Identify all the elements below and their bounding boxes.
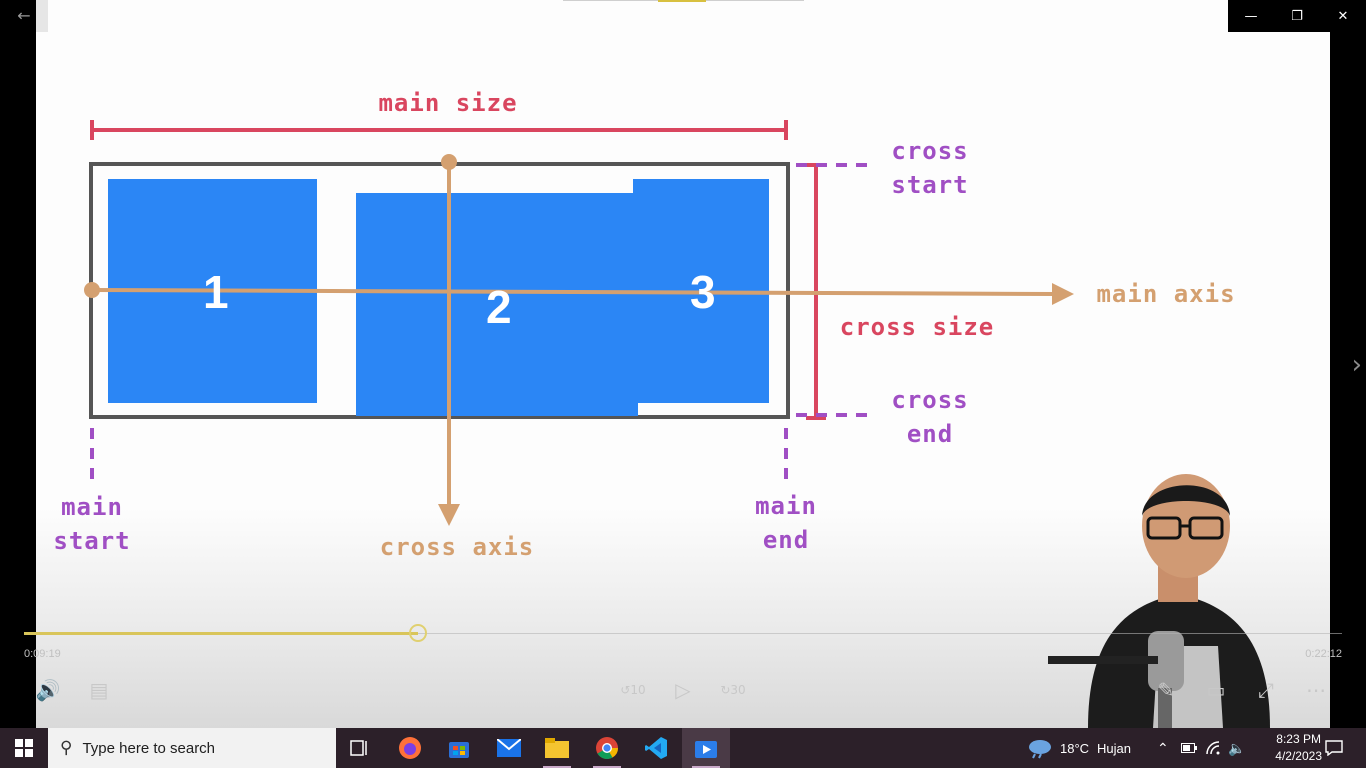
main-axis-label: main axis bbox=[1096, 280, 1236, 308]
skip-forward-seconds: 30 bbox=[730, 683, 746, 697]
cross-end-label: cross end bbox=[891, 386, 969, 448]
current-time: 0:09:19 bbox=[24, 648, 61, 660]
skip-back-button[interactable]: ↺ 10 bbox=[619, 676, 647, 704]
progress-thumb[interactable] bbox=[409, 624, 428, 642]
play-icon[interactable]: ▷ bbox=[669, 676, 697, 704]
task-view-icon bbox=[350, 740, 367, 756]
edit-icon[interactable]: ✎ bbox=[1152, 676, 1180, 704]
mail-button[interactable] bbox=[485, 728, 533, 768]
volume-icon[interactable]: 🔊 bbox=[34, 676, 62, 704]
task-view-button[interactable] bbox=[336, 728, 384, 768]
volume-tray-icon[interactable]: 🔈 bbox=[1228, 728, 1245, 768]
cross-size-label: cross size bbox=[839, 313, 995, 341]
skip-forward-icon: ↻ bbox=[720, 683, 731, 697]
item-1-label: 1 bbox=[203, 266, 229, 318]
progress-fill bbox=[24, 632, 419, 635]
item-2-label: 2 bbox=[486, 281, 512, 333]
total-time: 0:22:12 bbox=[1305, 648, 1342, 660]
rain-cloud-icon bbox=[1029, 740, 1051, 759]
chrome-icon bbox=[596, 737, 618, 759]
video-player-window: ← — ❐ ✕ › 1 2 3 main size cross start cr… bbox=[0, 0, 1366, 728]
clock[interactable]: 8:23 PM 4/2/2023 bbox=[1275, 731, 1322, 765]
item-3-label: 3 bbox=[690, 266, 716, 318]
video-player-button[interactable] bbox=[682, 728, 730, 768]
weather-temp: 18°C bbox=[1060, 740, 1090, 756]
taskbar: ⚲ Type here to search 18°C Hujan ⌃ 🔈 8:2… bbox=[0, 728, 1366, 768]
network-icon[interactable] bbox=[1206, 728, 1222, 768]
search-placeholder: Type here to search bbox=[82, 739, 216, 757]
skip-back-seconds: 10 bbox=[630, 683, 646, 697]
vscode-button[interactable] bbox=[632, 728, 680, 768]
firefox-button[interactable] bbox=[386, 728, 434, 768]
skip-back-icon: ↺ bbox=[620, 683, 631, 697]
battery-icon[interactable] bbox=[1181, 728, 1197, 768]
skip-forward-button[interactable]: ↻ 30 bbox=[719, 676, 747, 704]
main-end-label: main end bbox=[755, 492, 817, 554]
store-icon bbox=[449, 742, 469, 758]
notifications-icon[interactable] bbox=[1324, 728, 1344, 768]
captions-icon[interactable]: ▤ bbox=[85, 676, 113, 704]
fullscreen-icon[interactable]: ⤢ bbox=[1252, 676, 1280, 704]
miniplayer-icon[interactable]: ▭ bbox=[1202, 676, 1230, 704]
cross-axis-origin bbox=[441, 154, 457, 170]
start-button[interactable] bbox=[0, 728, 48, 768]
cross-axis-label: cross axis bbox=[379, 533, 535, 561]
windows-logo-icon bbox=[15, 739, 33, 757]
chevron-up-icon[interactable]: ⌃ bbox=[1157, 728, 1169, 768]
clock-time: 8:23 PM bbox=[1276, 732, 1321, 746]
main-start-label: main start bbox=[53, 493, 131, 555]
store-button[interactable] bbox=[435, 728, 483, 768]
clock-date: 4/2/2023 bbox=[1275, 749, 1322, 763]
chrome-button[interactable] bbox=[583, 728, 631, 768]
mail-icon bbox=[497, 739, 521, 757]
weather-widget[interactable]: 18°C Hujan bbox=[1026, 728, 1131, 768]
vscode-icon bbox=[645, 737, 667, 759]
folder-icon bbox=[545, 738, 569, 758]
cross-axis-arrowhead bbox=[438, 504, 460, 526]
file-explorer-button[interactable] bbox=[533, 728, 581, 768]
firefox-icon bbox=[399, 737, 421, 759]
taskbar-search[interactable]: ⚲ Type here to search bbox=[48, 728, 336, 768]
cross-start-label: cross start bbox=[891, 137, 969, 199]
more-icon[interactable]: ⋯ bbox=[1302, 676, 1330, 704]
main-size-label: main size bbox=[378, 89, 518, 117]
video-player-icon bbox=[695, 741, 717, 758]
main-axis-origin bbox=[84, 282, 100, 298]
search-icon: ⚲ bbox=[60, 738, 73, 758]
weather-text: Hujan bbox=[1097, 740, 1132, 756]
main-axis-arrowhead bbox=[1052, 283, 1074, 305]
